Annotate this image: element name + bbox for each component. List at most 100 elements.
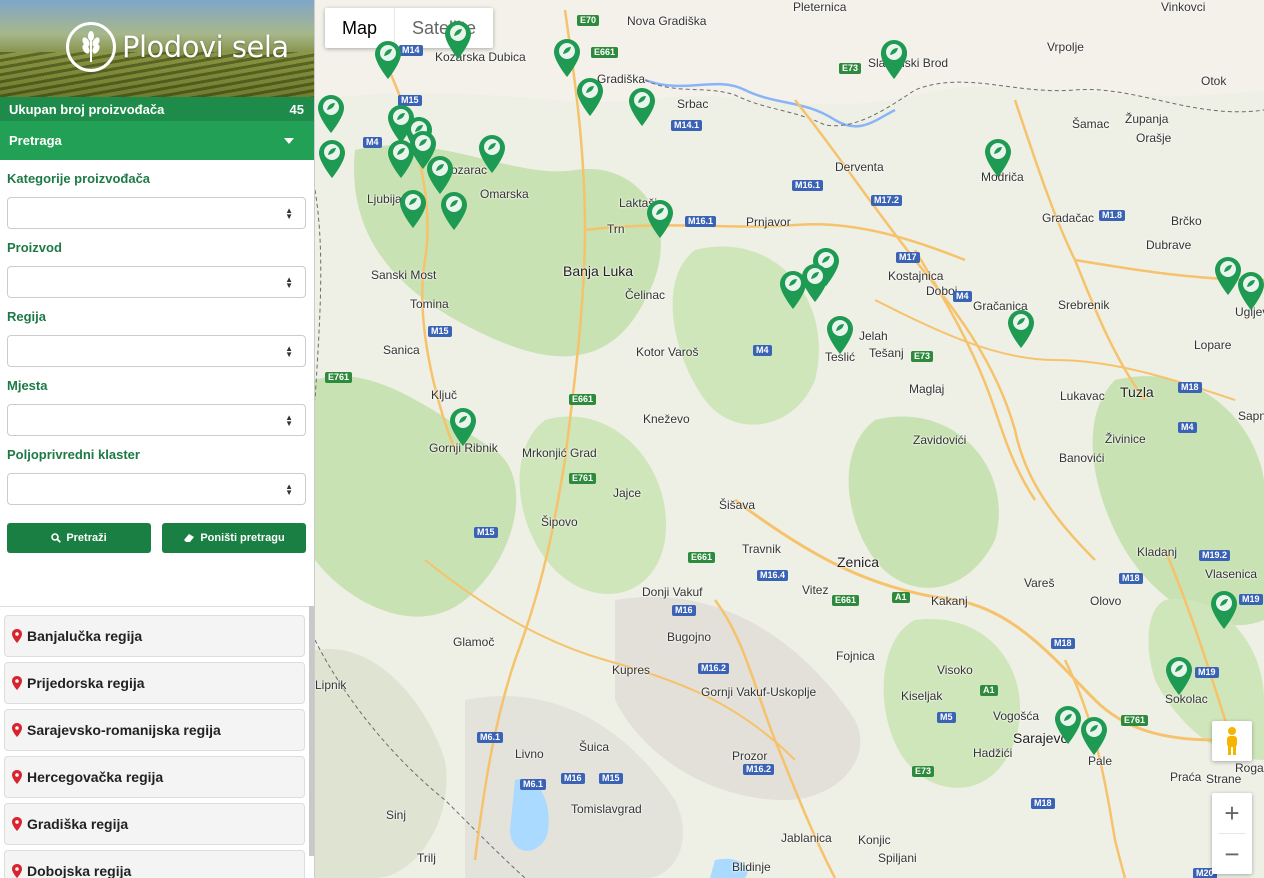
road-shield: E761 (569, 473, 597, 484)
road-shield: M15 (474, 527, 498, 538)
region-item-gradiska[interactable]: Gradiška regija (4, 803, 305, 845)
producer-marker[interactable] (984, 138, 1012, 178)
producer-marker[interactable] (440, 191, 468, 231)
search-icon (51, 533, 62, 543)
place-label: Vareš (1024, 576, 1055, 590)
producer-marker[interactable] (1237, 271, 1264, 311)
place-label: Kneževo (643, 412, 690, 426)
producer-marker[interactable] (387, 139, 415, 179)
place-label: Gradačac (1042, 211, 1095, 225)
road-shield: E73 (839, 63, 862, 74)
categories-select[interactable]: ▲ ▼ (7, 197, 306, 229)
region-item-doboj[interactable]: Dobojska regija (4, 850, 305, 878)
place-label: Mrkonjić Grad (522, 446, 597, 460)
search-form: Kategorije proizvođača ▲ ▼ Proizvod ▲ ▼ Re… (0, 171, 314, 553)
reset-button-label: Poništi pretragu (200, 532, 285, 544)
place-label: Rogatica (1235, 761, 1264, 775)
street-view-pegman[interactable] (1212, 721, 1252, 761)
search-button[interactable]: Pretraži (7, 523, 151, 553)
search-header-label: Pretraga (9, 133, 62, 148)
place-label: Čelinac (625, 288, 666, 302)
filter-label-product: Proizvod (7, 240, 62, 255)
road-shield: M16 (561, 773, 585, 784)
place-label: Šuica (579, 740, 610, 754)
place-label: Tuzla (1120, 384, 1154, 400)
place-label: Vlasenica (1205, 567, 1258, 581)
place-label: Lipnik (315, 678, 347, 692)
road-shield: E661 (569, 394, 597, 405)
reset-button[interactable]: Poništi pretragu (162, 523, 306, 553)
producer-marker[interactable] (880, 39, 908, 79)
place-label: Banovići (1059, 451, 1105, 465)
place-label: Jelah (859, 329, 888, 343)
producer-marker[interactable] (826, 315, 854, 355)
region-list: Banjalučka regija Prijedorska regija Sar… (0, 606, 314, 878)
filter-label-cluster: Poljoprivredni klaster (7, 447, 140, 462)
place-label: Trn (607, 222, 625, 236)
region-item-banjaluka[interactable]: Banjalučka regija (4, 615, 305, 657)
producer-marker[interactable] (576, 77, 604, 117)
logo[interactable]: Plodovi sela (66, 22, 289, 72)
road-shield: A1 (980, 685, 998, 696)
places-select[interactable]: ▲ ▼ (7, 404, 306, 436)
place-label: Spiljani (878, 851, 917, 865)
producer-marker[interactable] (646, 199, 674, 239)
place-label: Tomina (410, 297, 449, 311)
zoom-out-button[interactable]: − (1212, 834, 1252, 874)
place-label: Zavidovići (913, 433, 967, 447)
place-label: Jablanica (781, 831, 832, 845)
place-label: Kotor Varoš (636, 345, 699, 359)
producer-marker[interactable] (628, 87, 656, 127)
region-item-sarajevo-romanija[interactable]: Sarajevsko-romanijska regija (4, 709, 305, 751)
producer-marker[interactable] (426, 155, 454, 195)
producer-marker[interactable] (318, 139, 346, 179)
filter-label-places: Mjesta (7, 378, 48, 393)
road-shield: M4 (953, 291, 972, 302)
map-canvas[interactable]: Map Satellite Nova Gradiška Pleternica V… (315, 0, 1264, 878)
map-pin-icon (12, 629, 22, 643)
region-label: Dobojska regija (27, 863, 132, 878)
producer-marker[interactable] (449, 407, 477, 447)
producer-marker[interactable] (1007, 309, 1035, 349)
road-shield: E761 (1121, 715, 1149, 726)
cluster-select[interactable]: ▲ ▼ (7, 473, 306, 505)
region-item-hercegovina[interactable]: Hercegovačka regija (4, 756, 305, 798)
place-label: Vitez (802, 583, 829, 597)
place-label: Nova Gradiška (627, 14, 707, 28)
region-label: Sarajevsko-romanijska regija (27, 722, 221, 738)
region-list-scrollbar[interactable] (309, 606, 314, 856)
select-arrows-icon: ▲ ▼ (285, 344, 293, 359)
producer-marker[interactable] (444, 20, 472, 60)
producer-marker[interactable] (317, 94, 345, 134)
search-toggle[interactable]: Pretraga (0, 121, 314, 160)
producer-marker[interactable] (374, 40, 402, 80)
road-shield: M4 (1178, 422, 1197, 433)
place-label: Olovo (1090, 594, 1122, 608)
road-shield: M17.2 (871, 195, 903, 206)
product-select[interactable]: ▲ ▼ (7, 266, 306, 298)
road-shield: M18 (1178, 382, 1202, 393)
region-label: Hercegovačka regija (27, 769, 164, 785)
region-select[interactable]: ▲ ▼ (7, 335, 306, 367)
producer-marker[interactable] (478, 134, 506, 174)
zoom-in-button[interactable]: + (1212, 793, 1252, 833)
place-label: Hadžići (973, 746, 1013, 760)
producer-marker[interactable] (1080, 716, 1108, 756)
road-shield: E73 (911, 351, 934, 362)
region-item-prijedor[interactable]: Prijedorska regija (4, 662, 305, 704)
road-shield: M14.1 (671, 120, 703, 131)
producer-marker[interactable] (1165, 656, 1193, 696)
road-shield: M17 (896, 252, 920, 263)
road-shield: M18 (1031, 798, 1055, 809)
region-label: Gradiška regija (27, 816, 129, 832)
producer-marker[interactable] (1054, 705, 1082, 745)
place-label: Srebrenik (1058, 298, 1110, 312)
producer-marker[interactable] (553, 38, 581, 78)
producer-marker[interactable] (779, 270, 807, 310)
road-shield: M1.8 (1099, 210, 1126, 221)
place-label: Sanski Most (371, 268, 437, 282)
producer-marker[interactable] (1210, 590, 1238, 630)
place-label: Brčko (1171, 214, 1202, 228)
producer-marker[interactable] (399, 189, 427, 229)
place-label: Travnik (742, 542, 781, 556)
